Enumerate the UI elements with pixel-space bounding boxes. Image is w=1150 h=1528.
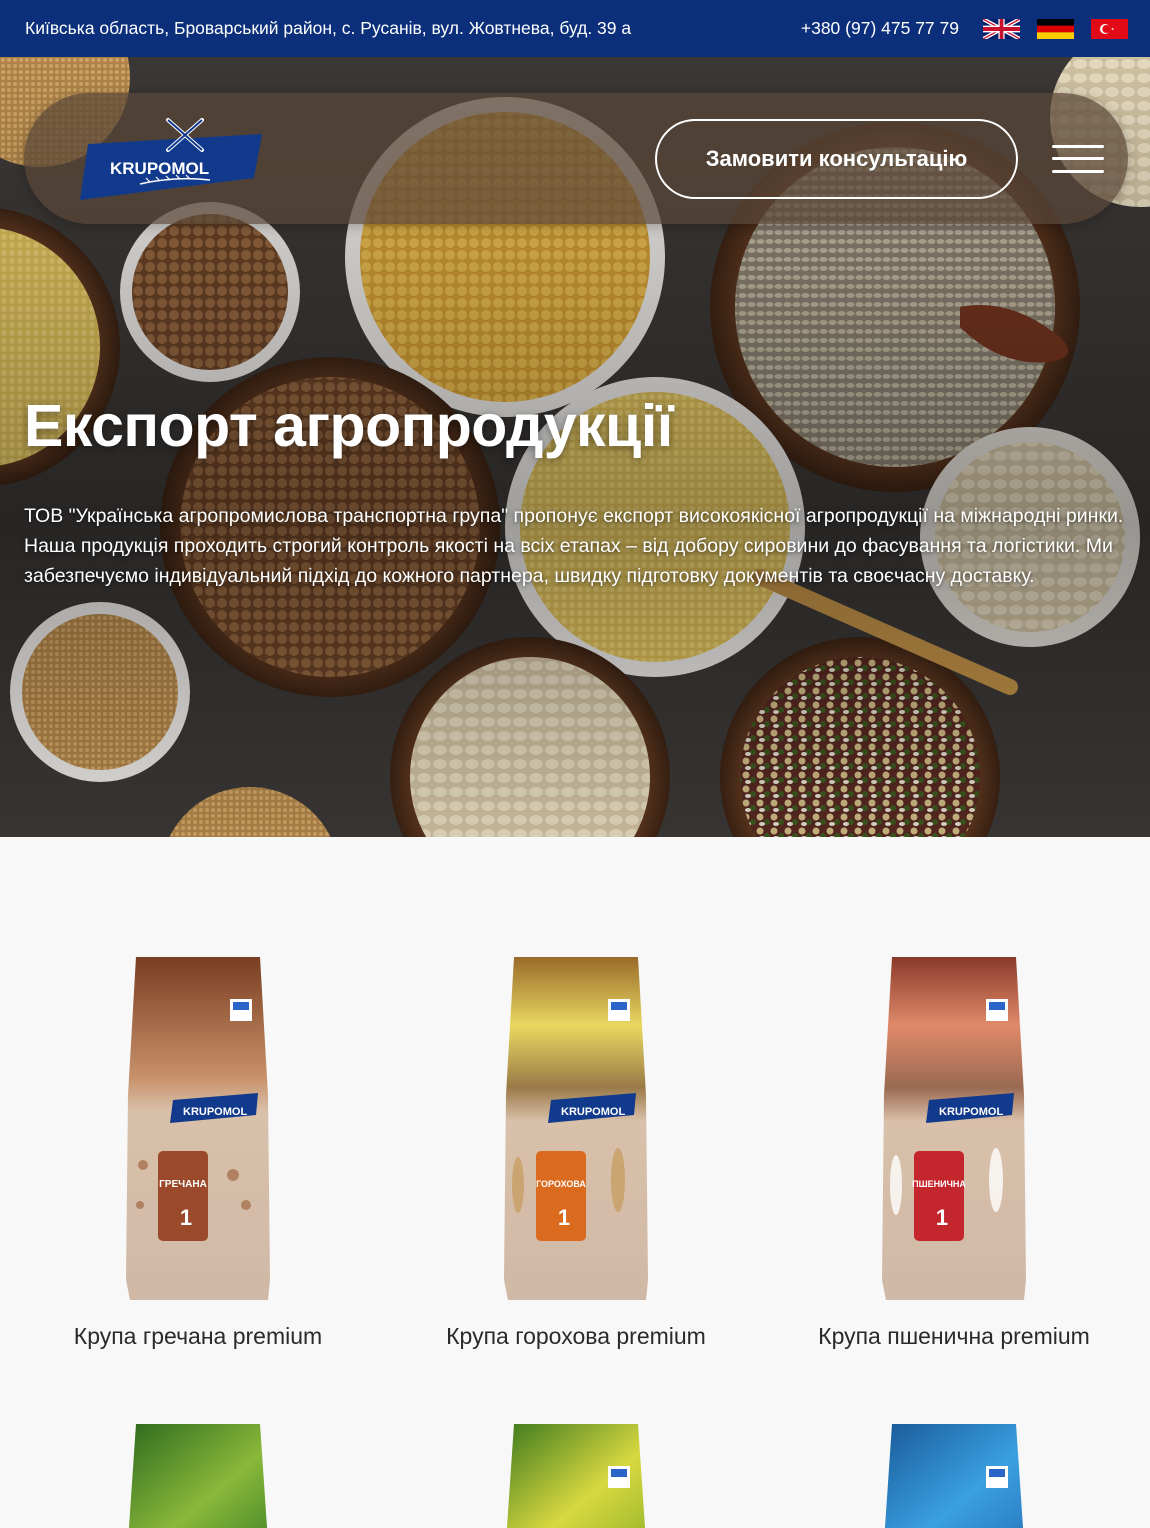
product-card[interactable]: [33, 1422, 363, 1528]
germany-flag-icon[interactable]: [1037, 18, 1074, 39]
svg-text:KRUPOMOL: KRUPOMOL: [939, 1106, 1003, 1118]
package-label: ГОРОХОВА: [536, 1179, 586, 1189]
product-name[interactable]: Крупа гречана premium: [33, 1323, 363, 1350]
order-consultation-button[interactable]: Замовити консультацію: [655, 118, 1018, 199]
package-weight: 1: [180, 1205, 192, 1230]
svg-text:KRUPOMOL: KRUPOMOL: [561, 1106, 625, 1118]
menu-icon[interactable]: [1052, 144, 1104, 173]
phone-link[interactable]: +380 (97) 475 77 79: [801, 18, 959, 39]
package-label: ПШЕНИЧНА: [912, 1179, 966, 1189]
top-bar: Київська область, Броварський район, с. …: [0, 0, 1150, 57]
hero-description: ТОВ "Українська агропромислова транспорт…: [24, 505, 1124, 587]
product-package-image: KRUPOMOL ПШЕНИЧНА 1: [882, 957, 1026, 1300]
svg-text:KRUPOMOL: KRUPOMOL: [183, 1106, 247, 1118]
krupomol-logo[interactable]: KRUPOMOL: [80, 116, 262, 202]
products-section: KRUPOMOL ГРЕЧАНА 1 Крупа гречана premium…: [0, 837, 1150, 1528]
product-card[interactable]: KRUPOMOL ГОРОХОВА 1 Крупа горохова premi…: [411, 955, 741, 1350]
logo-text: KRUPOMOL: [110, 159, 209, 178]
product-name[interactable]: Крупа пшенична premium: [789, 1323, 1119, 1350]
product-package-image: [506, 1424, 646, 1528]
uk-flag-icon[interactable]: [983, 18, 1020, 39]
product-package-image: [128, 1424, 268, 1528]
product-card[interactable]: [411, 1422, 741, 1528]
product-card[interactable]: [789, 1422, 1119, 1528]
product-name[interactable]: Крупа горохова premium: [411, 1323, 741, 1350]
main-navbar: KRUPOMOL Замовити консультацію: [24, 93, 1128, 224]
product-card[interactable]: KRUPOMOL ГРЕЧАНА 1 Крупа гречана premium: [33, 955, 363, 1350]
hero-section: KRUPOMOL Замовити консультацію Експорт а…: [0, 57, 1150, 837]
package-label: ГРЕЧАНА: [159, 1179, 207, 1190]
product-card[interactable]: KRUPOMOL ПШЕНИЧНА 1 Крупа пшенична premi…: [789, 955, 1119, 1350]
product-package-image: KRUPOMOL ГРЕЧАНА 1: [126, 957, 270, 1300]
address-text: Київська область, Броварський район, с. …: [25, 18, 632, 38]
package-weight: 1: [936, 1205, 948, 1230]
language-switcher: [983, 18, 1128, 39]
product-package-image: KRUPOMOL ГОРОХОВА 1: [504, 957, 648, 1300]
product-package-image: [884, 1424, 1024, 1528]
package-weight: 1: [558, 1205, 570, 1230]
turkey-flag-icon[interactable]: [1091, 18, 1128, 39]
page-title: Експорт агропродукції: [24, 393, 673, 459]
